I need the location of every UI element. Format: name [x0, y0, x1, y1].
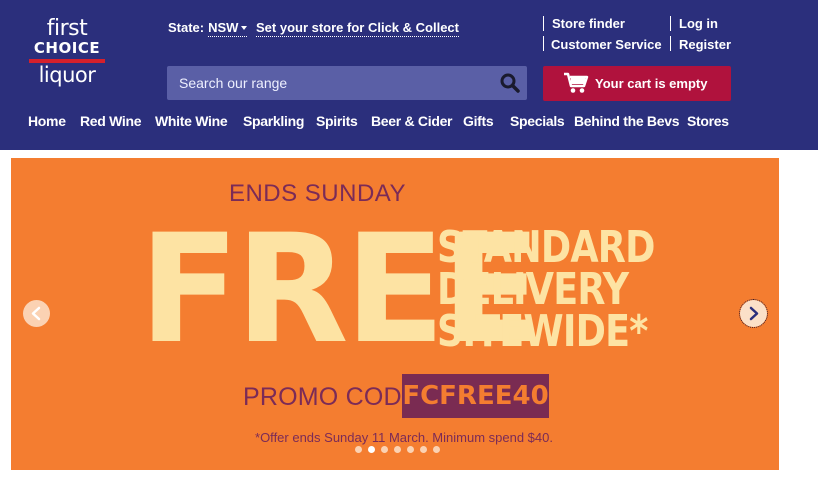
- carousel-prev-button[interactable]: [23, 300, 50, 327]
- carousel-dot[interactable]: [420, 446, 427, 453]
- carousel-dot[interactable]: [355, 446, 362, 453]
- state-label: State:: [168, 20, 205, 35]
- carousel-dot[interactable]: [394, 446, 401, 453]
- state-value[interactable]: NSW: [208, 20, 248, 37]
- carousel-dot[interactable]: [381, 446, 388, 453]
- carousel-dot[interactable]: [433, 446, 440, 453]
- carousel-dot[interactable]: [407, 446, 414, 453]
- set-store-link[interactable]: Set your store for Click & Collect: [256, 20, 459, 37]
- nav-item-stores[interactable]: Stores: [687, 113, 729, 129]
- search-icon: [500, 73, 520, 93]
- nav-item-gifts[interactable]: Gifts: [463, 113, 494, 129]
- divider: [670, 36, 671, 51]
- logo-line-first: first: [46, 16, 88, 41]
- nav-item-beer-cider[interactable]: Beer & Cider: [371, 113, 453, 129]
- cart-button[interactable]: Your cart is empty: [543, 66, 731, 101]
- nav-item-red-wine[interactable]: Red Wine: [80, 113, 142, 129]
- carousel-next-button[interactable]: [739, 299, 768, 328]
- promo-code-label: PROMO CODE:: [243, 383, 426, 411]
- nav-item-sparkling[interactable]: Sparkling: [243, 113, 304, 129]
- customer-service-link[interactable]: Customer Service: [551, 37, 662, 52]
- nav-item-spirits[interactable]: Spirits: [316, 113, 358, 129]
- search-input[interactable]: [167, 66, 487, 100]
- search-button[interactable]: [499, 72, 521, 94]
- divider: [543, 16, 544, 31]
- divider: [670, 16, 671, 31]
- sitewide-text: SITEWIDE*: [437, 306, 648, 357]
- promo-code-value: FCFREE40: [402, 374, 549, 418]
- chevron-left-icon: [31, 306, 41, 321]
- cart-icon: [564, 72, 589, 93]
- nav-item-specials[interactable]: Specials: [510, 113, 565, 129]
- log-in-link[interactable]: Log in: [679, 16, 718, 31]
- first-choice-liquor-logo[interactable]: first CHOICE liquor: [28, 18, 106, 96]
- store-finder-link[interactable]: Store finder: [552, 16, 625, 31]
- promo-carousel-slide[interactable]: ENDS SUNDAY FREE STANDARD DELIVERY SITEW…: [11, 158, 779, 470]
- main-nav: Home Red Wine White Wine Sparkling Spiri…: [0, 113, 818, 135]
- divider: [543, 36, 544, 51]
- nav-item-home[interactable]: Home: [28, 113, 66, 129]
- nav-item-white-wine[interactable]: White Wine: [155, 113, 228, 129]
- site-header: first CHOICE liquor State: NSW Set your s…: [0, 0, 818, 150]
- cart-label: Your cart is empty: [595, 76, 708, 91]
- offer-terms: *Offer ends Sunday 11 March. Minimum spe…: [255, 430, 553, 445]
- logo-line-choice: CHOICE: [33, 39, 101, 57]
- chevron-right-icon: [749, 306, 759, 321]
- nav-item-behind-the-bevs[interactable]: Behind the Bevs: [574, 113, 680, 129]
- carousel-dot[interactable]: [368, 446, 375, 453]
- logo-line-liquor: liquor: [38, 63, 96, 87]
- chevron-down-icon: [241, 26, 248, 30]
- register-link[interactable]: Register: [679, 37, 731, 52]
- search-bar: [167, 66, 527, 100]
- state-selector[interactable]: State: NSW: [168, 20, 248, 37]
